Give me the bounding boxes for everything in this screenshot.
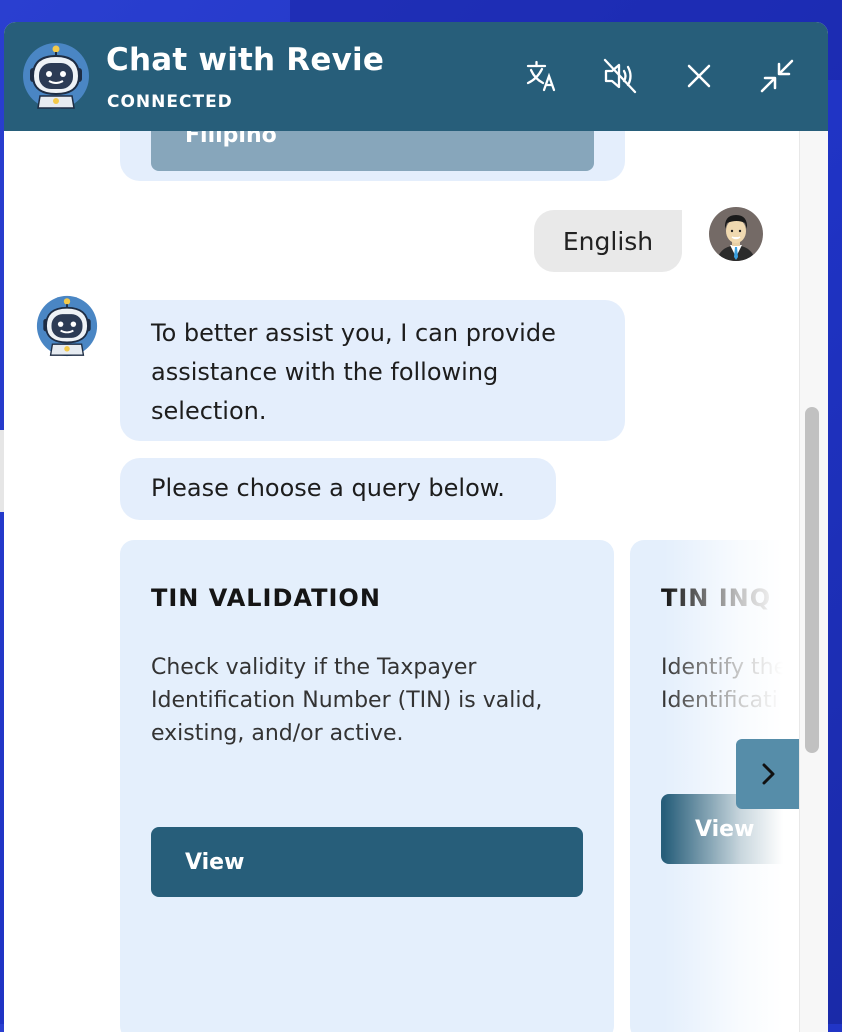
previous-options-card: Filipino <box>120 131 625 181</box>
card-description: Identify the Identificati <box>661 651 800 717</box>
bot-message: Please choose a query below. <box>120 458 556 520</box>
user-avatar <box>709 207 763 261</box>
minimize-button[interactable] <box>757 56 797 96</box>
bot-message: To better assist you, I can provide assi… <box>120 300 625 441</box>
option-label: Filipino <box>185 131 277 148</box>
option-button-filipino[interactable]: Filipino <box>151 131 594 171</box>
chevron-right-icon <box>762 763 775 785</box>
translate-button[interactable] <box>522 56 562 96</box>
minimize-icon <box>760 59 794 93</box>
carousel-next-button[interactable] <box>736 739 800 809</box>
bot-avatar <box>36 295 98 357</box>
connection-status: CONNECTED <box>107 92 233 112</box>
card-title: TIN VALIDATION <box>151 584 381 612</box>
query-card-tin-validation: TIN VALIDATION Check validity if the Tax… <box>120 540 614 1032</box>
sound-muted-icon <box>603 58 637 94</box>
user-message: English <box>534 210 682 272</box>
chat-widget: Chat with Revie CONNECTED Filipino Engli… <box>4 22 828 1032</box>
chat-header: Chat with Revie CONNECTED <box>4 22 828 131</box>
message-scrollbar[interactable] <box>799 131 828 1032</box>
card-description-line: Identify the <box>661 655 788 680</box>
scrollbar-thumb[interactable] <box>805 407 819 753</box>
view-button[interactable]: View <box>151 827 583 897</box>
card-title: TIN INQ <box>661 584 772 612</box>
close-button[interactable] <box>679 56 719 96</box>
card-description: Check validity if the Taxpayer Identific… <box>151 655 543 746</box>
message-list: Filipino English To better assist you, I… <box>4 131 800 1032</box>
translate-icon <box>526 60 556 92</box>
chat-title: Chat with Revie <box>106 42 385 78</box>
mute-button[interactable] <box>600 56 640 96</box>
card-description-line: Identificati <box>661 688 778 713</box>
bot-avatar <box>23 43 89 109</box>
close-icon <box>687 64 711 88</box>
